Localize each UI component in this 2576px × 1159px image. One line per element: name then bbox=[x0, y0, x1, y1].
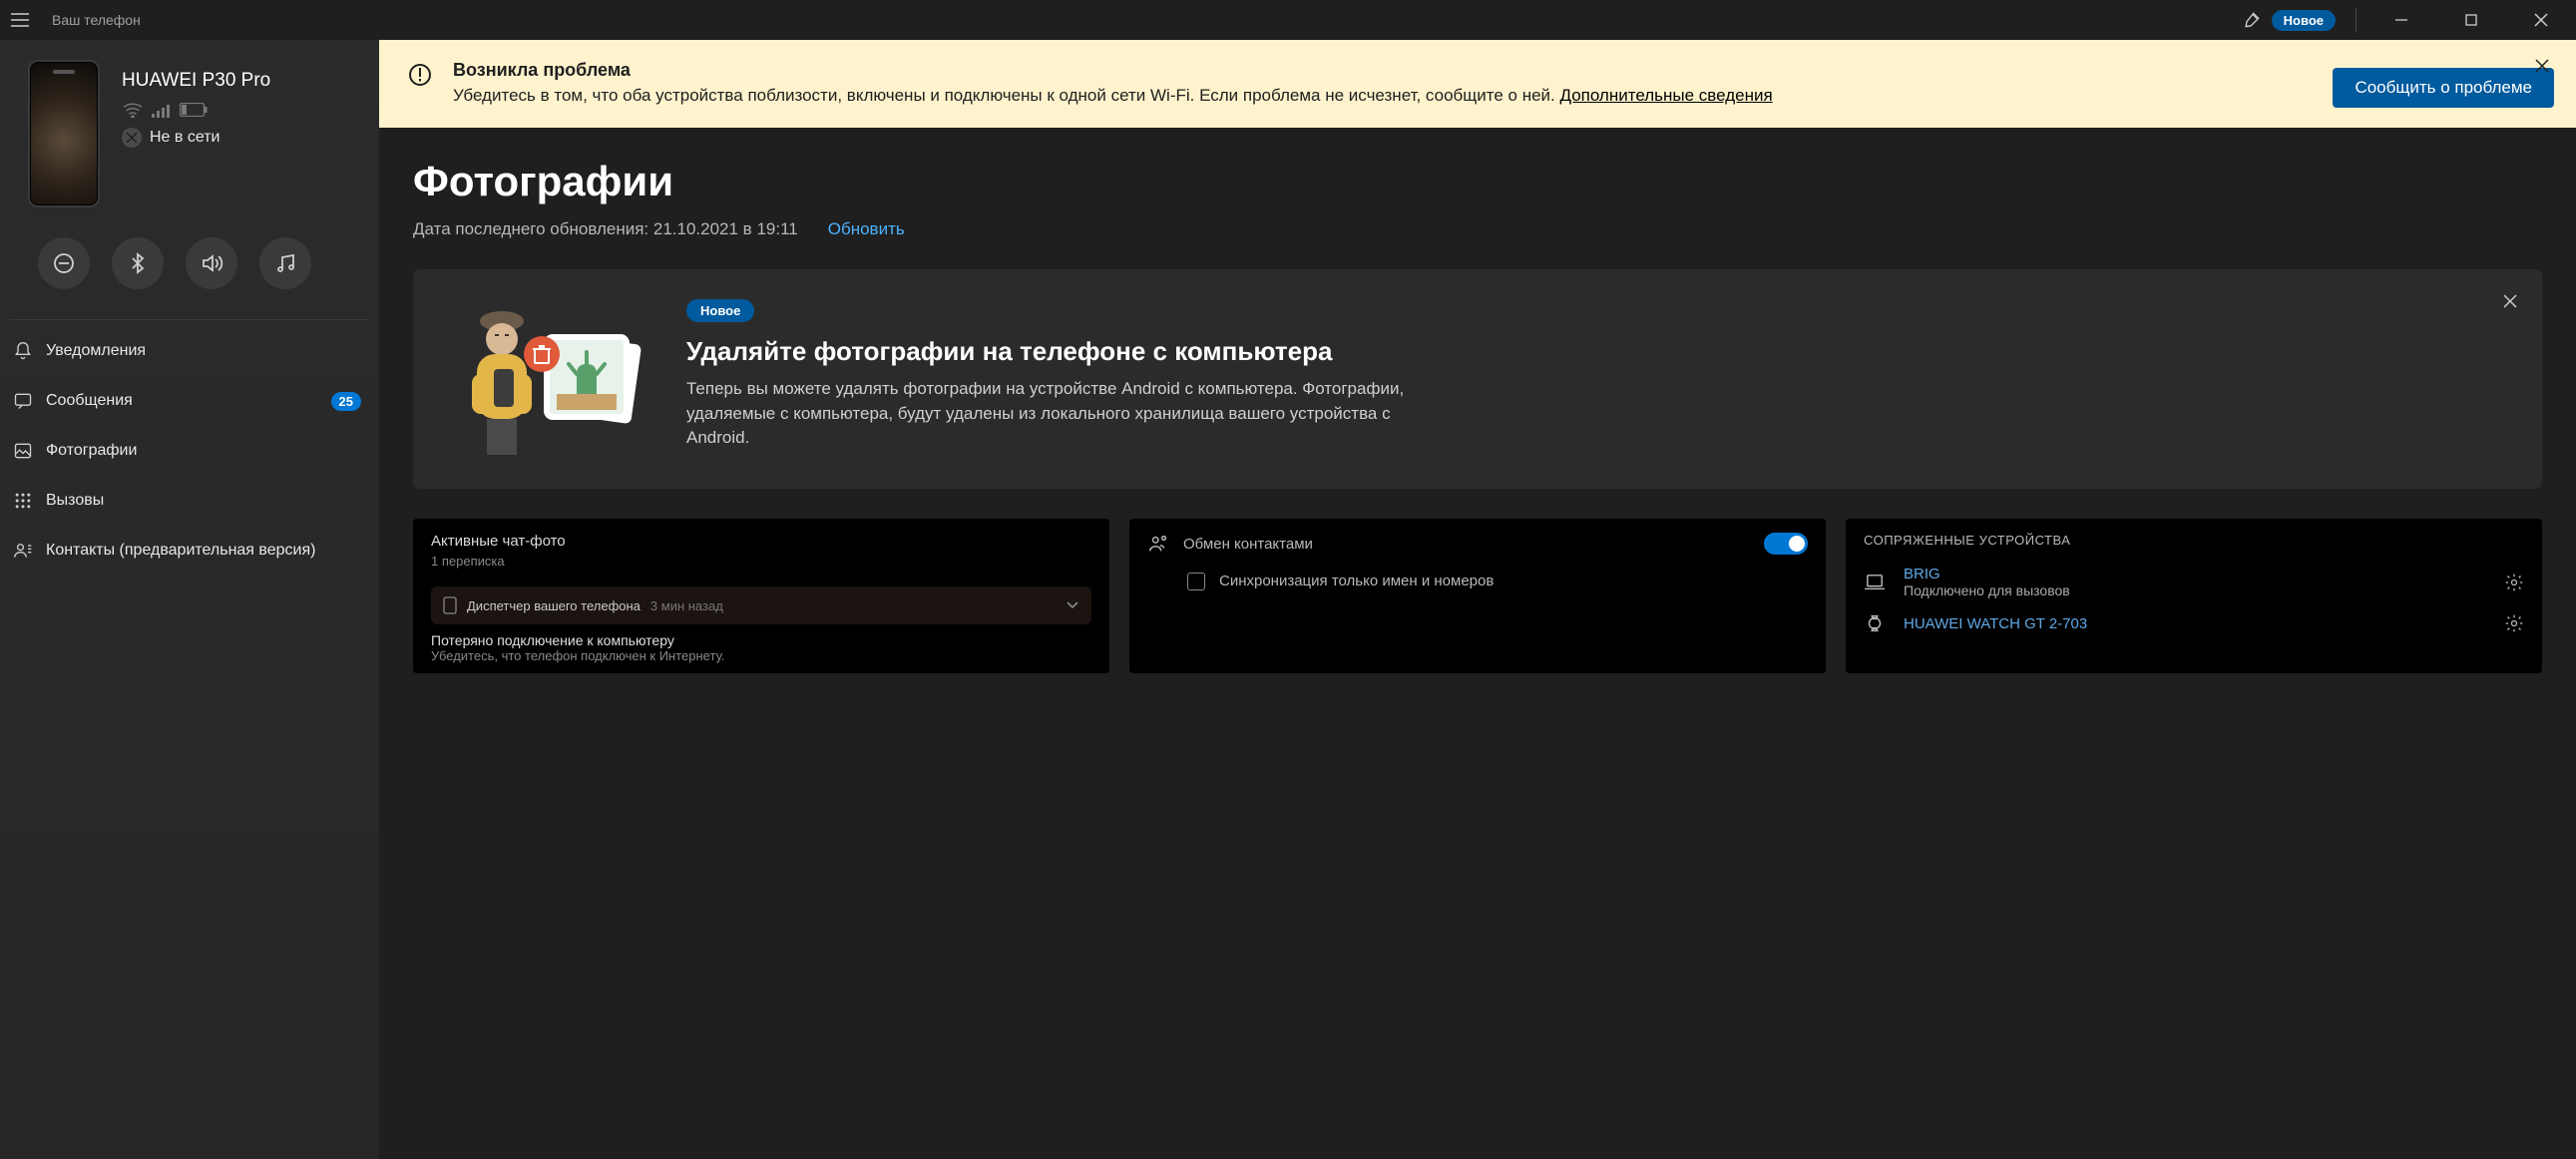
sidebar-item-photos[interactable]: Фотографии bbox=[0, 426, 379, 476]
dnd-button[interactable] bbox=[38, 237, 90, 289]
promo-illustration bbox=[447, 299, 656, 459]
minimize-button[interactable] bbox=[2366, 0, 2436, 40]
watch-icon bbox=[1864, 612, 1886, 634]
meta-row: Дата последнего обновления: 21.10.2021 в… bbox=[413, 219, 2542, 239]
sidebar: HUAWEI P30 Pro Не в сети bbox=[0, 40, 379, 1159]
laptop-icon bbox=[1864, 574, 1886, 591]
banner-close-button[interactable] bbox=[2530, 54, 2554, 78]
titlebar-divider bbox=[2356, 8, 2357, 32]
bluetooth-button[interactable] bbox=[112, 237, 164, 289]
promo-close-button[interactable] bbox=[2498, 289, 2522, 313]
banner-title: Возникла проблема bbox=[453, 60, 2311, 81]
sidebar-item-messages[interactable]: Сообщения 25 bbox=[0, 376, 379, 426]
tile2-label: Обмен контактами bbox=[1183, 536, 1313, 553]
sidebar-item-label: Фотографии bbox=[46, 442, 137, 460]
tile2-sync-label: Синхронизация только имен и номеров bbox=[1219, 573, 1494, 590]
photo-tile-contacts[interactable]: Обмен контактами Синхронизация только им… bbox=[1129, 519, 1826, 673]
device-signal-row bbox=[122, 102, 270, 118]
image-icon bbox=[10, 441, 36, 461]
signal-bars-icon bbox=[152, 102, 172, 118]
contact-share-toggle[interactable] bbox=[1764, 533, 1808, 555]
paired-device-name: BRIG bbox=[1904, 566, 2070, 582]
device-name: HUAWEI P30 Pro bbox=[122, 70, 270, 92]
sidebar-item-contacts[interactable]: Контакты (предварительная версия) bbox=[0, 526, 379, 576]
problem-banner: Возникла проблема Убедитесь в том, что о… bbox=[379, 40, 2576, 128]
music-button[interactable] bbox=[259, 237, 311, 289]
tile1-hint: Убедитесь, что телефон подключен к Интер… bbox=[431, 648, 1091, 663]
chevron-down-icon bbox=[1066, 600, 1079, 610]
sidebar-item-label: Сообщения bbox=[46, 392, 133, 410]
device-status: Не в сети bbox=[122, 128, 270, 148]
paired-device-row[interactable]: HUAWEI WATCH GT 2-703 bbox=[1864, 612, 2524, 634]
phone-thumbnail bbox=[28, 60, 100, 207]
report-problem-button[interactable]: Сообщить о проблеме bbox=[2333, 68, 2554, 108]
tile1-time: 3 мин назад bbox=[650, 598, 723, 613]
tile1-app-name: Диспетчер вашего телефона bbox=[467, 598, 641, 613]
chat-icon bbox=[10, 391, 36, 411]
tile1-message: Потеряно подключение к компьютеру bbox=[431, 632, 1091, 648]
sidebar-item-label: Уведомления bbox=[46, 342, 146, 360]
paired-device-sub: Подключено для вызовов bbox=[1904, 582, 2070, 598]
main-content: Возникла проблема Убедитесь в том, что о… bbox=[379, 40, 2576, 1159]
messages-badge: 25 bbox=[331, 392, 361, 411]
promo-text: Теперь вы можете удалять фотографии на у… bbox=[686, 377, 1435, 451]
banner-learn-more-link[interactable]: Дополнительные сведения bbox=[1559, 86, 1772, 105]
device-status-label: Не в сети bbox=[150, 129, 219, 147]
dialpad-icon bbox=[10, 491, 36, 511]
close-button[interactable] bbox=[2506, 0, 2576, 40]
bell-icon bbox=[10, 341, 36, 361]
brush-icon[interactable] bbox=[2232, 0, 2272, 40]
banner-text: Убедитесь в том, что оба устройства побл… bbox=[453, 85, 2311, 108]
phone-small-icon bbox=[443, 596, 457, 614]
hamburger-button[interactable] bbox=[0, 0, 40, 40]
offline-icon bbox=[122, 128, 142, 148]
battery-icon bbox=[180, 103, 208, 117]
contacts-icon bbox=[10, 541, 36, 561]
paired-device-row[interactable]: BRIG Подключено для вызовов bbox=[1864, 566, 2524, 598]
promo-card: Новое Удаляйте фотографии на телефоне с … bbox=[413, 269, 2542, 489]
sidebar-item-label: Контакты (предварительная версия) bbox=[46, 542, 315, 560]
tile1-sub: 1 переписка bbox=[431, 554, 1091, 569]
sidebar-item-notifications[interactable]: Уведомления bbox=[0, 326, 379, 376]
sidebar-item-label: Вызовы bbox=[46, 492, 104, 510]
titlebar-new-badge[interactable]: Новое bbox=[2272, 10, 2336, 31]
page-title: Фотографии bbox=[413, 158, 2542, 205]
app-title: Ваш телефон bbox=[52, 12, 141, 28]
wifi-icon bbox=[122, 102, 144, 118]
device-block[interactable]: HUAWEI P30 Pro Не в сети bbox=[0, 60, 379, 207]
photo-tile-chat[interactable]: Активные чат-фото 1 переписка Диспетчер … bbox=[413, 519, 1109, 673]
tile3-header: СОПРЯЖЕННЫЕ УСТРОЙСТВА bbox=[1864, 533, 2524, 548]
sync-names-checkbox[interactable] bbox=[1187, 573, 1205, 590]
tile1-title: Активные чат-фото bbox=[431, 533, 1091, 550]
warning-icon bbox=[409, 64, 431, 86]
paired-device-name: HUAWEI WATCH GT 2-703 bbox=[1904, 615, 2087, 632]
banner-text-content: Убедитесь в том, что оба устройства побл… bbox=[453, 86, 1559, 105]
titlebar: Ваш телефон Новое bbox=[0, 0, 2576, 40]
maximize-button[interactable] bbox=[2436, 0, 2506, 40]
share-contact-icon bbox=[1147, 533, 1169, 555]
refresh-link[interactable]: Обновить bbox=[828, 219, 905, 239]
sidebar-divider bbox=[10, 319, 369, 320]
sidebar-item-calls[interactable]: Вызовы bbox=[0, 476, 379, 526]
photo-tile-paired[interactable]: СОПРЯЖЕННЫЕ УСТРОЙСТВА BRIG Подключено д… bbox=[1846, 519, 2542, 673]
volume-button[interactable] bbox=[186, 237, 237, 289]
last-updated-label: Дата последнего обновления: 21.10.2021 в… bbox=[413, 219, 798, 239]
promo-new-badge: Новое bbox=[686, 299, 754, 322]
promo-title: Удаляйте фотографии на телефоне с компью… bbox=[686, 336, 2508, 367]
gear-icon[interactable] bbox=[2504, 613, 2524, 633]
gear-icon[interactable] bbox=[2504, 573, 2524, 592]
